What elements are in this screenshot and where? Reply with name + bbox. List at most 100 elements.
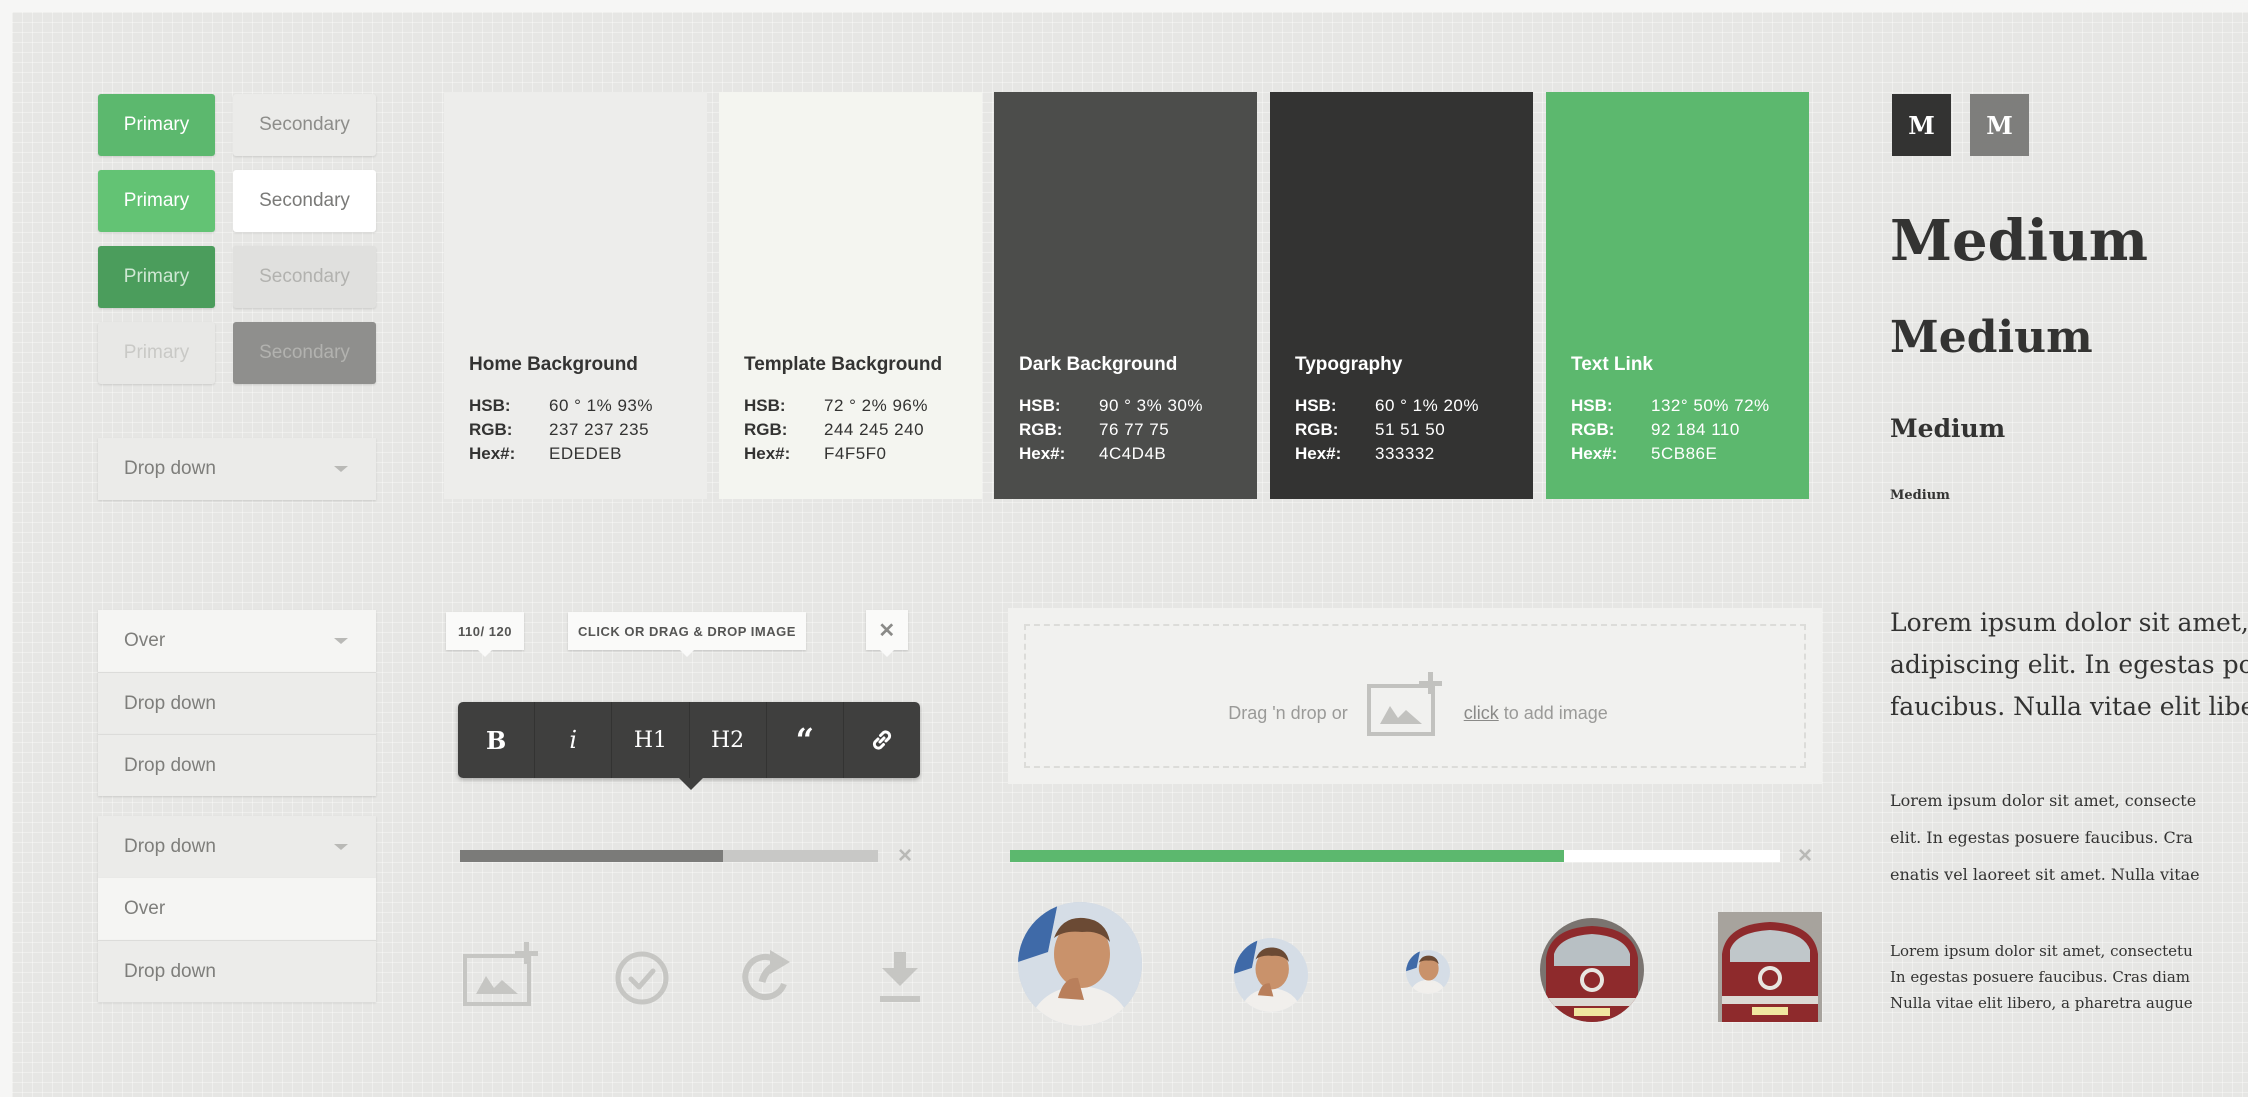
progress-bar-gray	[460, 850, 878, 862]
paragraph-line: Lorem ipsum dolor sit amet, consecte	[1890, 791, 2197, 810]
swatch-hex-row: Hex#: 4C4D4B	[1019, 444, 1166, 464]
download-icon[interactable]	[878, 952, 922, 1006]
logo-letter: M	[1908, 110, 1935, 140]
swatch-value: 237 237 235	[549, 420, 650, 439]
swatch-title: Typography	[1295, 354, 1403, 375]
avatar-large	[1018, 902, 1142, 1026]
editor-toolbar: B i H1 H2 “	[458, 702, 920, 790]
swatch-rgb-row: RGB: 237 237 235	[469, 420, 649, 440]
avatar-medium	[1234, 938, 1308, 1012]
quote-button[interactable]: “	[767, 702, 844, 778]
share-icon[interactable]	[740, 946, 802, 1008]
man-portrait-image	[1018, 902, 1142, 1026]
drop-image-tooltip[interactable]: CLICK OR DRAG & DROP IMAGE	[568, 612, 806, 657]
paragraph-line: Lorem ipsum dolor sit amet, consectetu	[1890, 942, 2193, 960]
secondary-button[interactable]: Secondary	[233, 322, 376, 384]
add-image-icon[interactable]	[462, 942, 542, 1008]
swatch-value: 244 245 240	[824, 420, 925, 439]
dropdown-option[interactable]: Drop down	[98, 734, 376, 796]
secondary-button[interactable]: Secondary	[233, 246, 376, 308]
dropdown-label: Drop down	[124, 836, 216, 857]
swatch-hsb-row: HSB: 72 ° 2% 96%	[744, 396, 928, 416]
heading2-button[interactable]: H2	[690, 702, 767, 778]
checkmark-icon[interactable]	[614, 950, 670, 1006]
italic-button[interactable]: i	[535, 702, 613, 778]
chevron-down-icon	[334, 638, 348, 644]
dropdown-option-label: Drop down	[124, 692, 216, 714]
swatch-key: HSB:	[1295, 396, 1337, 415]
dropdown-open[interactable]: Drop down	[98, 816, 376, 878]
swatch-key: Hex#:	[744, 444, 791, 463]
paragraph-line: enatis vel laoreet sit amet. Nulla vitae	[1890, 865, 2200, 884]
swatch-value: 132° 50% 72%	[1651, 396, 1770, 415]
paragraph-line: Nulla vitae elit libero, a pharetra augu…	[1890, 994, 2193, 1012]
swatch-hex-row: Hex#: 333332	[1295, 444, 1435, 464]
swatch-value: 5CB86E	[1651, 444, 1718, 463]
bold-button[interactable]: B	[458, 702, 536, 778]
dropdown-label: Drop down	[124, 458, 216, 479]
color-swatch: Template Background HSB: 72 ° 2% 96% RGB: 24…	[719, 92, 982, 499]
paragraph-line: In egestas posuere faucibus. Cras diam	[1890, 968, 2190, 986]
swatch-key: RGB:	[744, 420, 788, 439]
swatch-value: 60 ° 1% 20%	[1375, 396, 1479, 415]
dropdown-option-label: Over	[124, 898, 166, 919]
drop-zone-prefix: Drag 'n drop or	[1228, 702, 1348, 723]
swatch-value: 60 ° 1% 93%	[549, 396, 653, 415]
heading-3: Medium	[1890, 414, 2006, 443]
paragraph-line: adipiscing elit. In egestas pos	[1890, 650, 2248, 679]
cancel-upload-icon[interactable]: ×	[1798, 842, 1812, 870]
link-button[interactable]	[844, 702, 920, 778]
medium-logo-dark: M	[1892, 94, 1951, 156]
swatch-value: 92 184 110	[1651, 420, 1740, 439]
man-portrait-image	[1234, 938, 1308, 1012]
dropdown-closed[interactable]: Drop down	[98, 438, 376, 500]
secondary-button[interactable]: Secondary	[233, 170, 376, 232]
swatch-rgb-row: RGB: 244 245 240	[744, 420, 924, 440]
dropdown-option[interactable]: Drop down	[98, 672, 376, 734]
upload-link[interactable]: click	[1464, 703, 1499, 724]
vw-van-image	[1540, 918, 1644, 1022]
heading-4: Medium	[1890, 488, 1950, 503]
color-swatch: Text Link HSB: 132° 50% 72% RGB: 92 184 110 H…	[1546, 92, 1809, 499]
character-counter-tooltip: 110/ 120	[446, 612, 524, 657]
add-image-icon[interactable]	[1366, 672, 1446, 738]
secondary-button[interactable]: Secondary	[233, 94, 376, 156]
dropdown-option-over[interactable]: Over	[98, 878, 376, 940]
swatch-rgb-row: RGB: 76 77 75	[1019, 420, 1169, 440]
dropdown-option-label: Drop down	[124, 960, 216, 982]
paragraph-large: Lorem ipsum dolor sit amet, c adipiscing…	[1890, 602, 2248, 728]
close-icon[interactable]: ✕	[866, 610, 908, 657]
primary-button[interactable]: Primary	[98, 246, 215, 308]
swatch-value: 4C4D4B	[1099, 444, 1167, 463]
heading1-button[interactable]: H1	[612, 702, 690, 778]
primary-button[interactable]: Primary	[98, 170, 215, 232]
swatch-value: 90 ° 3% 30%	[1099, 396, 1203, 415]
swatch-value: 76 77 75	[1099, 420, 1170, 439]
drop-zone-suffix: to add image	[1503, 702, 1608, 723]
swatch-value: 51 51 50	[1375, 420, 1446, 439]
swatch-key: RGB:	[1019, 420, 1063, 439]
medium-logo-gray: M	[1970, 94, 2029, 156]
color-swatch: Home Background HSB: 60 ° 1% 93% RGB: 237 23…	[444, 92, 707, 499]
swatch-hsb-row: HSB: 60 ° 1% 93%	[469, 396, 653, 416]
paragraph-small: Lorem ipsum dolor sit amet, consectetu I…	[1890, 938, 2193, 1016]
swatch-rgb-row: RGB: 92 184 110	[1571, 420, 1740, 440]
paragraph-medium: Lorem ipsum dolor sit amet, consecte eli…	[1890, 782, 2200, 893]
dropdown-option-over[interactable]: Over	[98, 610, 376, 672]
image-drop-zone[interactable]: Drag 'n drop or click to add image	[1008, 608, 1822, 784]
avatar-small	[1406, 950, 1450, 994]
cancel-upload-icon[interactable]: ×	[898, 842, 912, 870]
dropdown-option[interactable]: Drop down	[98, 940, 376, 1002]
style-guide-board: Primary Secondary Primary Secondary Primary S…	[12, 12, 2248, 1097]
man-portrait-image	[1406, 950, 1450, 994]
paragraph-line: faucibus. Nulla vitae elit liber	[1890, 692, 2248, 721]
swatch-value: 333332	[1375, 444, 1435, 463]
primary-button[interactable]: Primary	[98, 322, 215, 384]
swatch-key: RGB:	[1295, 420, 1339, 439]
primary-button[interactable]: Primary	[98, 94, 215, 156]
swatch-key: Hex#:	[469, 444, 516, 463]
heading-1: Medium	[1890, 208, 2149, 274]
swatch-hex-row: Hex#: EDEDEB	[469, 444, 622, 464]
swatch-title: Text Link	[1571, 354, 1653, 375]
paragraph-line: Lorem ipsum dolor sit amet, c	[1890, 608, 2248, 637]
